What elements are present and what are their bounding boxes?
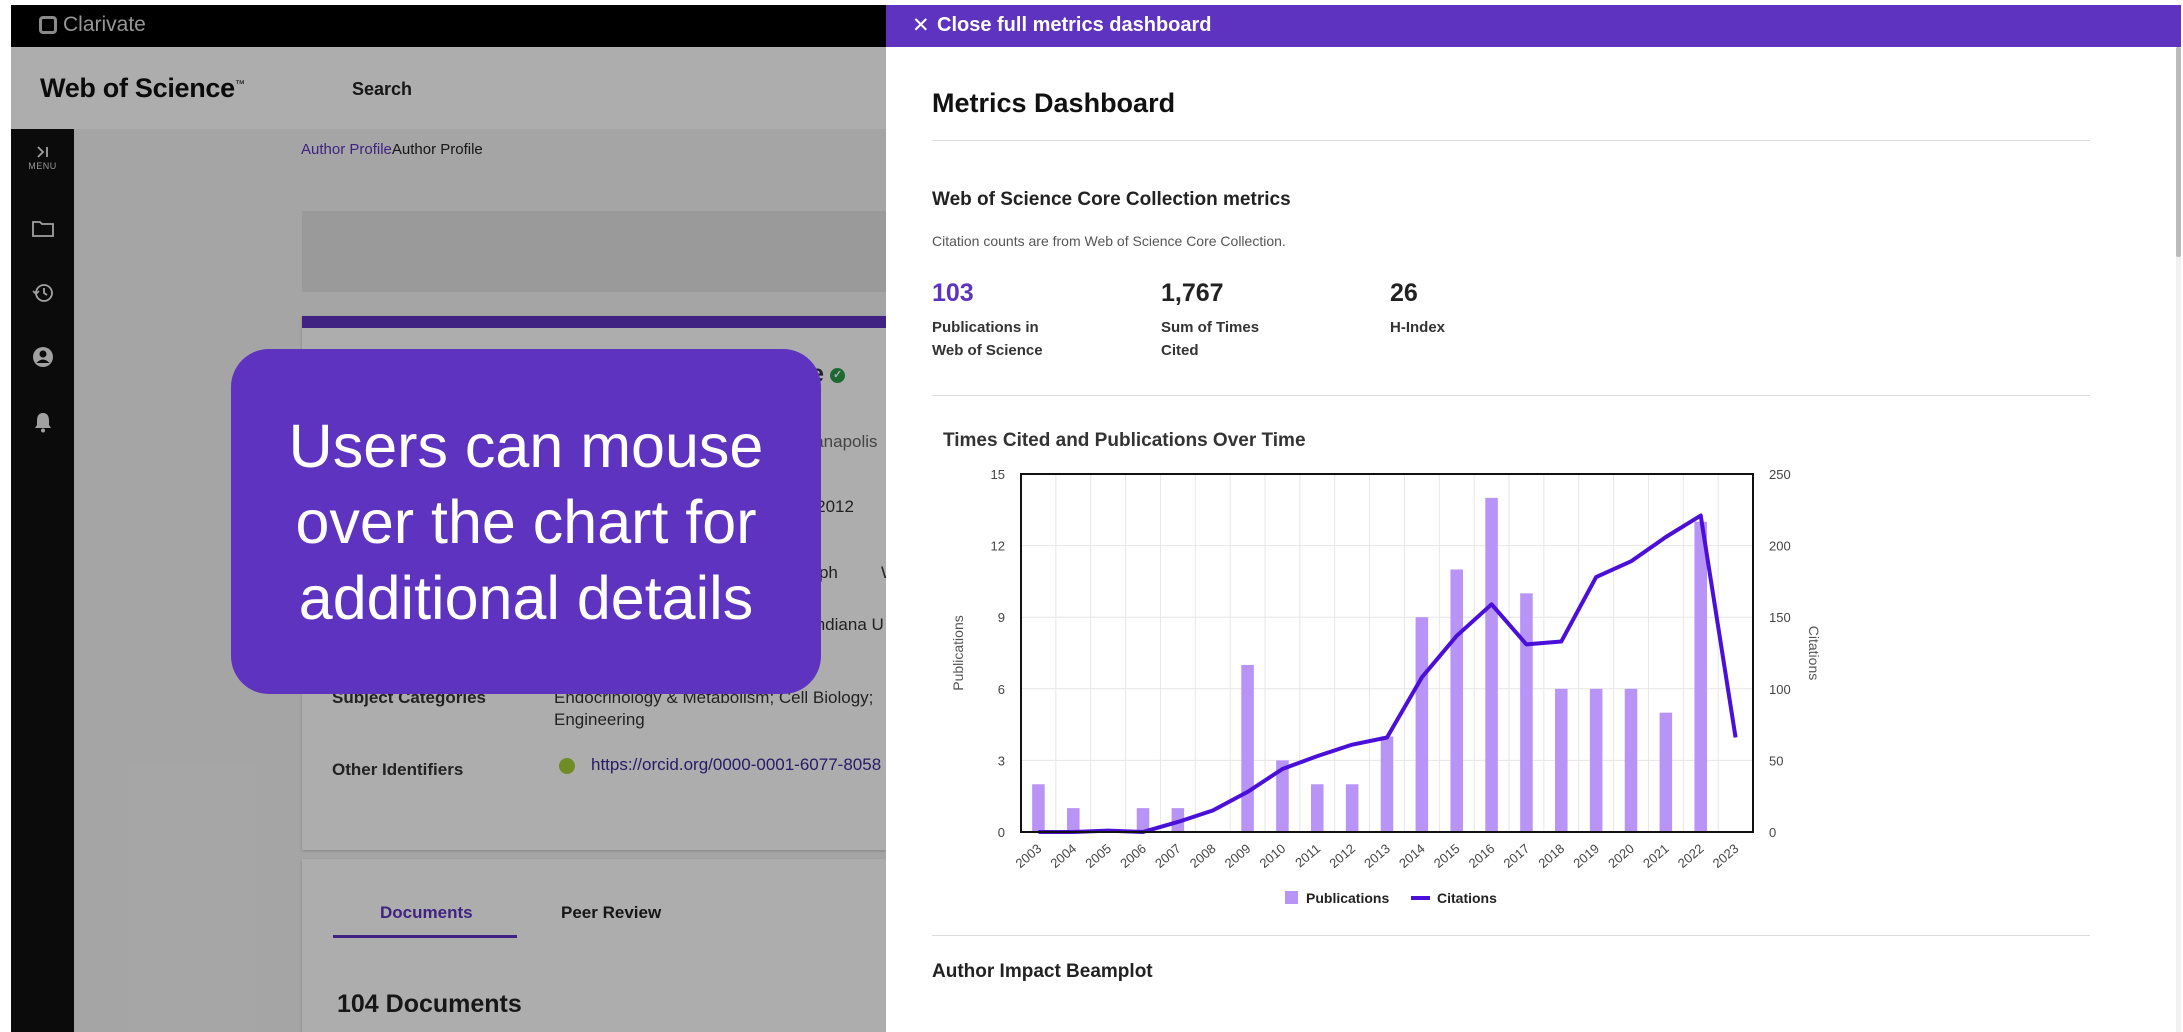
divider bbox=[932, 935, 2090, 936]
x-tick-label: 2014 bbox=[1396, 841, 1428, 871]
tutorial-callout: Users can mouse over the chart for addit… bbox=[231, 349, 821, 694]
x-tick-label: 2019 bbox=[1570, 841, 1602, 871]
bar-publications[interactable] bbox=[1136, 808, 1150, 832]
y-tick-label: 15 bbox=[991, 467, 1005, 482]
legend-label-publications: Publications bbox=[1306, 890, 1389, 906]
bar-publications[interactable] bbox=[1520, 593, 1533, 832]
bar-publications[interactable] bbox=[1345, 784, 1359, 832]
y-tick-label: 9 bbox=[998, 610, 1005, 625]
x-tick-label: 2008 bbox=[1187, 841, 1219, 871]
x-tick-label: 2015 bbox=[1431, 841, 1463, 871]
x-tick-label: 2005 bbox=[1082, 841, 1114, 871]
x-tick-label: 2010 bbox=[1257, 841, 1289, 871]
legend-label-citations: Citations bbox=[1437, 890, 1497, 906]
x-tick-label: 2017 bbox=[1501, 841, 1533, 871]
bar-publications[interactable] bbox=[1241, 664, 1254, 832]
x-tick-label: 2012 bbox=[1326, 841, 1358, 871]
y-right-tick-label: 200 bbox=[1769, 539, 1791, 554]
bar-publications[interactable] bbox=[1694, 521, 1707, 832]
y-right-tick-label: 250 bbox=[1769, 467, 1791, 482]
x-tick-label: 2013 bbox=[1361, 841, 1393, 871]
x-tick-label: 2018 bbox=[1535, 841, 1567, 871]
scrollbar-thumb[interactable] bbox=[2176, 47, 2181, 257]
beamplot-title: Author Impact Beamplot bbox=[932, 961, 1153, 982]
x-tick-label: 2006 bbox=[1117, 841, 1149, 871]
bar-publications[interactable] bbox=[1415, 617, 1429, 832]
x-tick-label: 2023 bbox=[1710, 841, 1742, 871]
y-right-tick-label: 150 bbox=[1769, 610, 1791, 625]
y-tick-label: 6 bbox=[998, 682, 1005, 697]
y-tick-label: 3 bbox=[998, 753, 1005, 768]
screen: Clarivate Web of Science™ Search MENU Au… bbox=[11, 5, 2181, 1032]
bar-publications[interactable] bbox=[1485, 497, 1498, 832]
x-tick-label: 2011 bbox=[1292, 841, 1323, 870]
legend-swatch-publications bbox=[1285, 891, 1298, 904]
y-axis-title: Publications bbox=[950, 615, 966, 691]
x-tick-label: 2016 bbox=[1466, 841, 1498, 871]
bar-publications[interactable] bbox=[1624, 688, 1638, 832]
times-cited-chart[interactable]: 036912150501001502002502003 2004 2005 2006 2… bbox=[886, 5, 2176, 1032]
y-tick-label: 12 bbox=[991, 539, 1005, 554]
x-tick-label: 2021 bbox=[1640, 841, 1672, 871]
y-right-tick-label: 0 bbox=[1769, 825, 1776, 840]
bar-publications[interactable] bbox=[1589, 688, 1603, 832]
bar-publications[interactable] bbox=[1659, 712, 1673, 832]
x-tick-label: 2009 bbox=[1222, 841, 1254, 871]
x-tick-label: 2022 bbox=[1675, 841, 1707, 871]
y-tick-label: 0 bbox=[998, 825, 1005, 840]
y-right-axis-title: Citations bbox=[1806, 626, 1822, 680]
bar-publications[interactable] bbox=[1067, 808, 1080, 832]
metrics-panel: ✕ Close full metrics dashboard Metrics D… bbox=[886, 5, 2181, 1032]
x-tick-label: 2007 bbox=[1152, 841, 1184, 871]
bar-publications[interactable] bbox=[1450, 569, 1463, 832]
bar-publications[interactable] bbox=[1555, 688, 1568, 832]
bar-publications[interactable] bbox=[1311, 784, 1324, 832]
x-tick-label: 2003 bbox=[1013, 841, 1045, 871]
y-right-tick-label: 50 bbox=[1769, 753, 1783, 768]
y-right-tick-label: 100 bbox=[1769, 682, 1791, 697]
bar-publications[interactable] bbox=[1032, 784, 1045, 832]
x-tick-label: 2004 bbox=[1047, 841, 1079, 871]
bar-publications[interactable] bbox=[1380, 736, 1394, 832]
x-tick-label: 2020 bbox=[1605, 841, 1637, 871]
